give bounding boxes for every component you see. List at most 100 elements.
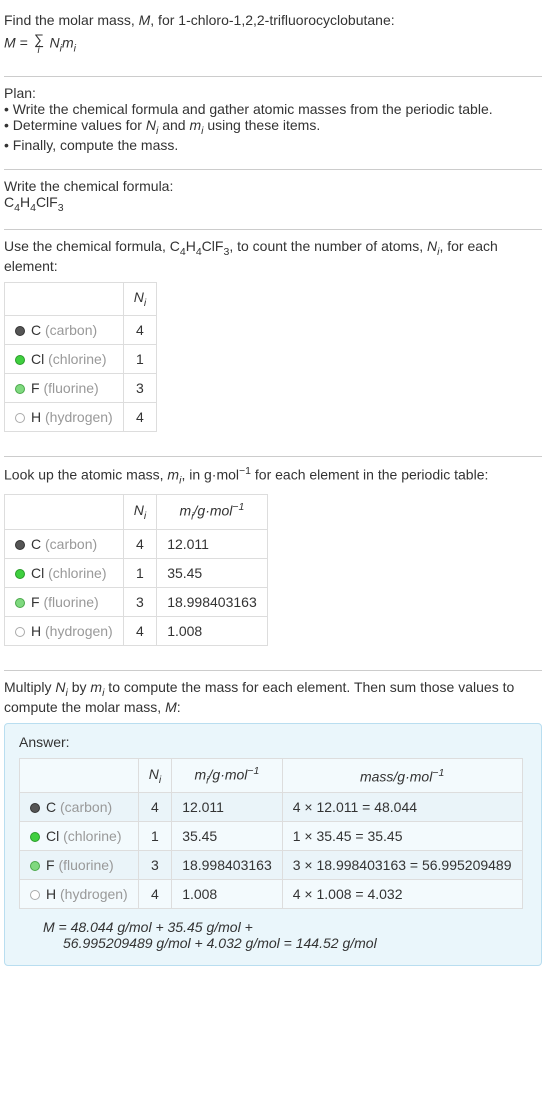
count-text: Use the chemical formula, C4H4ClF3, to c… <box>4 238 542 274</box>
plan-section: Plan: • Write the chemical formula and g… <box>4 81 542 165</box>
text: Use the chemical formula, <box>4 238 170 254</box>
sigma-index: i <box>38 46 40 56</box>
calc-cell: 4 × 1.008 = 4.032 <box>282 880 522 909</box>
dot-icon <box>15 598 25 608</box>
answer-table: Ni mi/g·mol−1 mass/g·mol−1 C (carbon)412… <box>19 758 523 909</box>
col-mi: mi/g·mol−1 <box>157 495 268 529</box>
var-N: N <box>146 117 156 133</box>
var-m: m <box>189 117 201 133</box>
divider <box>4 670 542 671</box>
var-m: m <box>167 467 179 483</box>
elem-name: (fluorine) <box>43 380 98 396</box>
col-Ni: Ni <box>123 283 156 316</box>
table-row: F (fluorine)318.9984031633 × 18.99840316… <box>20 851 523 880</box>
dot-icon <box>15 569 25 579</box>
text: for each element in the periodic table: <box>251 467 488 483</box>
text: • Determine values for <box>4 117 146 133</box>
intro-line1: Find the molar mass, M, for 1-chloro-1,2… <box>4 12 542 28</box>
molar-mass-formula: M = ∑i Nimi <box>4 32 542 56</box>
text: Multiply <box>4 679 55 695</box>
text: , in g·mol <box>181 467 239 483</box>
table-header-row: Ni <box>5 283 157 316</box>
answer-box: Answer: Ni mi/g·mol−1 mass/g·mol−1 C (ca… <box>4 723 542 966</box>
var-M: M <box>139 12 151 28</box>
elem-sym: F <box>31 380 40 396</box>
elem-sym: C <box>31 322 41 338</box>
text: Find the molar mass, <box>4 12 139 28</box>
m-cell: 1.008 <box>157 616 268 645</box>
elem-cell: C (carbon) <box>5 315 124 344</box>
dot-icon <box>15 540 25 550</box>
var-m: m <box>62 35 74 51</box>
n-cell: 1 <box>123 344 156 373</box>
elem-name: (carbon) <box>45 322 97 338</box>
table-row: H (hydrogen)41.0084 × 1.008 = 4.032 <box>20 880 523 909</box>
sigma: ∑ <box>34 32 44 46</box>
dot-icon <box>30 832 40 842</box>
dot-icon <box>15 326 25 336</box>
exp: −1 <box>239 465 251 477</box>
divider <box>4 229 542 230</box>
m-cell: 18.998403163 <box>157 587 268 616</box>
dot-icon <box>30 890 40 900</box>
n-cell: 3 <box>123 587 156 616</box>
text: : <box>177 699 181 715</box>
var-N: N <box>427 238 437 254</box>
n-cell: 3 <box>123 373 156 402</box>
chem-F: F <box>49 194 58 210</box>
sigma-icon: ∑i <box>34 32 44 56</box>
mass-table: Ni mi/g·mol−1 C (carbon)412.011 Cl (chlo… <box>4 494 268 645</box>
count-table: Ni C (carbon)4 Cl (chlorine)1 F (fluorin… <box>4 282 157 432</box>
n-cell: 4 <box>123 402 156 431</box>
elem-cell: Cl (chlorine) <box>20 822 139 851</box>
n-cell: 4 <box>123 315 156 344</box>
dot-icon <box>15 413 25 423</box>
dot-icon <box>15 355 25 365</box>
text: , to count the number of atoms, <box>229 238 427 254</box>
multiply-text: Multiply Ni by mi to compute the mass fo… <box>4 679 542 715</box>
table-row: F (fluorine)3 <box>5 373 157 402</box>
divider <box>4 76 542 77</box>
text: Look up the atomic mass, <box>4 467 167 483</box>
var-M: M <box>4 35 16 51</box>
m-cell: 12.011 <box>172 793 283 822</box>
table-row: Cl (chlorine)1 <box>5 344 157 373</box>
text: by <box>68 679 91 695</box>
m-cell: 35.45 <box>172 822 283 851</box>
calc-cell: 3 × 18.998403163 = 56.995209489 <box>282 851 522 880</box>
elem-cell: Cl (chlorine) <box>5 558 124 587</box>
table-header-row: Ni mi/g·mol−1 mass/g·mol−1 <box>20 758 523 792</box>
n-cell: 4 <box>123 616 156 645</box>
chem-sub: 3 <box>58 201 64 213</box>
plan-bullet: • Write the chemical formula and gather … <box>4 101 542 117</box>
table-row: Cl (chlorine)135.451 × 35.45 = 35.45 <box>20 822 523 851</box>
chem-Cl: Cl <box>36 194 49 210</box>
elem-cell: F (fluorine) <box>5 587 124 616</box>
elem-cell: F (fluorine) <box>20 851 139 880</box>
section-title: Write the chemical formula: <box>4 178 542 194</box>
text: and <box>158 117 189 133</box>
divider <box>4 456 542 457</box>
m-cell: 1.008 <box>172 880 283 909</box>
col-mi: mi/g·mol−1 <box>172 758 283 792</box>
elem-sym: Cl <box>31 351 44 367</box>
elem-name: (hydrogen) <box>45 409 113 425</box>
elem-cell: F (fluorine) <box>5 373 124 402</box>
count-section: Use the chemical formula, C4H4ClF3, to c… <box>4 234 542 452</box>
chem-H: H <box>20 194 30 210</box>
chem-C: C <box>4 194 14 210</box>
table-row: C (carbon)412.011 <box>5 529 268 558</box>
chemical-formula: C4H4ClF3 <box>4 194 542 214</box>
n-cell: 4 <box>138 793 171 822</box>
calc-cell: 1 × 35.45 = 35.45 <box>282 822 522 851</box>
sub-i: i <box>74 42 76 54</box>
elem-cell: H (hydrogen) <box>20 880 139 909</box>
intro-section: Find the molar mass, M, for 1-chloro-1,2… <box>4 8 542 72</box>
elem-cell: H (hydrogen) <box>5 616 124 645</box>
n-cell: 4 <box>123 529 156 558</box>
m-cell: 12.011 <box>157 529 268 558</box>
calc-cell: 4 × 12.011 = 48.044 <box>282 793 522 822</box>
formula-section: Write the chemical formula: C4H4ClF3 <box>4 174 542 226</box>
table-row: C (carbon)4 <box>5 315 157 344</box>
plan-bullet: • Determine values for Ni and mi using t… <box>4 117 542 137</box>
